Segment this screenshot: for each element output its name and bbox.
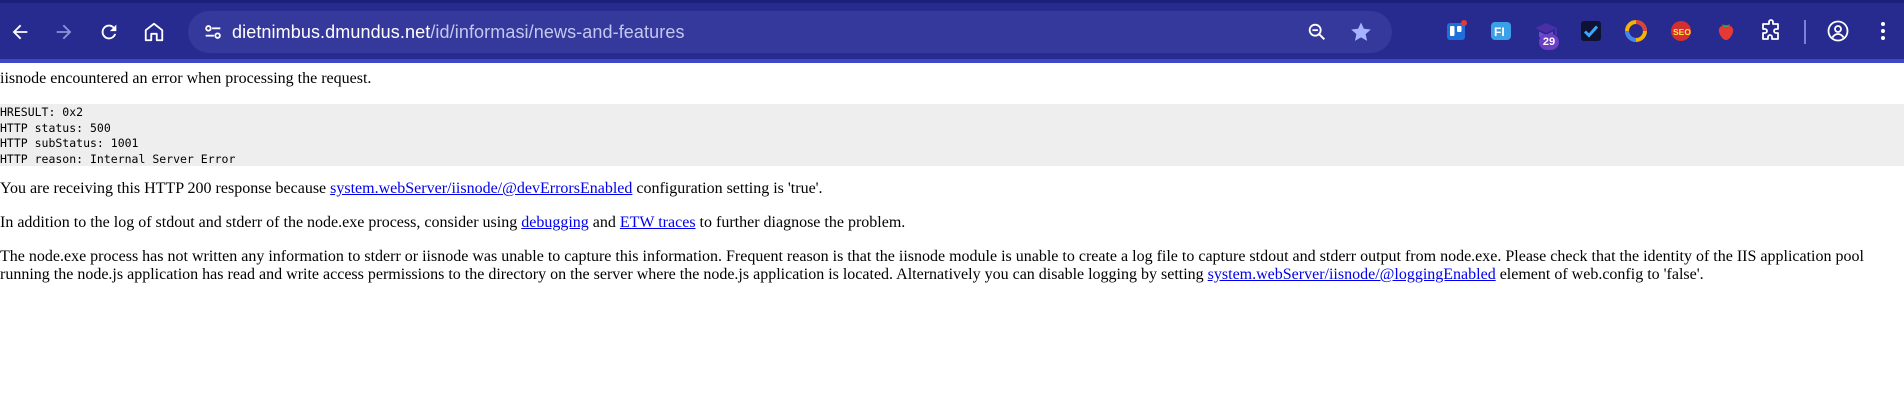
- strawberry-extension[interactable]: [1713, 18, 1739, 44]
- back-arrow-icon: [12, 24, 28, 40]
- site-info-button[interactable]: [196, 15, 230, 49]
- seo-extension[interactable]: SEO: [1668, 18, 1694, 44]
- more-vert-icon: [1881, 22, 1885, 40]
- svg-text:SEO: SEO: [1673, 27, 1691, 37]
- site-info-tune-icon: [205, 25, 221, 39]
- p2-text-mid: and: [588, 214, 620, 231]
- logging-enabled-link[interactable]: system.webServer/iisnode/@loggingEnabled: [1208, 266, 1496, 283]
- forward-button[interactable]: [46, 14, 82, 50]
- p1-text-before: You are receiving this HTTP 200 response…: [0, 180, 331, 197]
- reload-icon: [101, 24, 117, 40]
- error-heading: iisnode encountered an error when proces…: [0, 70, 372, 87]
- dev-errors-enabled-link[interactable]: system.webServer/iisnode/@devErrorsEnabl…: [330, 180, 632, 197]
- dev-errors-paragraph: You are receiving this HTTP 200 response…: [0, 180, 823, 198]
- debugging-link[interactable]: debugging: [521, 214, 589, 231]
- detail-reason: HTTP reason: Internal Server Error: [0, 151, 236, 166]
- checkbox-icon: [1581, 21, 1601, 41]
- diagnose-paragraph: In addition to the log of stdout and std…: [0, 214, 905, 232]
- zoom-button[interactable]: [1302, 17, 1332, 47]
- url-path: /id/informasi/news-and-features: [430, 22, 685, 42]
- profile-icon: [1827, 20, 1849, 42]
- trello-extension[interactable]: [1443, 18, 1469, 44]
- back-button[interactable]: [2, 14, 38, 50]
- forward-arrow-icon: [56, 24, 72, 40]
- p1-text-after: configuration setting is 'true'.: [632, 180, 823, 197]
- detail-status: HTTP status: 500: [0, 120, 111, 135]
- svg-text:FI: FI: [1494, 25, 1505, 39]
- browser-toolbar: dietnimbus.dmundus.net/id/informasi/news…: [0, 0, 1904, 63]
- strawberry-icon: [1718, 24, 1734, 40]
- etw-traces-link[interactable]: ETW traces: [620, 214, 696, 231]
- reload-button[interactable]: [91, 14, 127, 50]
- url-host: dietnimbus.dmundus.net: [232, 22, 431, 42]
- home-icon: [144, 22, 164, 42]
- extension-badge-count: 29: [1539, 34, 1559, 50]
- p3-text-after: element of web.config to 'false'.: [1495, 266, 1704, 283]
- error-details-block: HRESULT: 0x2 HTTP status: 500 HTTP subStat…: [0, 104, 1904, 166]
- color-extension[interactable]: [1623, 18, 1649, 44]
- address-bar[interactable]: dietnimbus.dmundus.net/id/informasi/news…: [188, 11, 1392, 53]
- puzzle-icon: [1762, 19, 1779, 40]
- tab-strip-edge: [0, 0, 1904, 3]
- toolbar-separator: [1804, 20, 1806, 44]
- toolbar-bottom-border: [0, 59, 1904, 63]
- profile-button[interactable]: [1825, 18, 1851, 44]
- seo-icon: SEO: [1671, 21, 1691, 41]
- detail-hresult: HRESULT: 0x2: [0, 105, 84, 119]
- zoom-icon: [1308, 23, 1326, 41]
- logging-paragraph: The node.exe process has not written any…: [0, 248, 1900, 284]
- detail-substatus: HTTP subStatus: 1001: [0, 136, 139, 150]
- url-text[interactable]: dietnimbus.dmundus.net/id/informasi/news…: [232, 22, 685, 43]
- home-button[interactable]: [136, 14, 172, 50]
- trello-icon: [1447, 20, 1467, 40]
- extensions-menu-button[interactable]: [1758, 18, 1784, 44]
- p2-text-after: to further diagnose the problem.: [695, 214, 906, 231]
- fi-icon: FI: [1491, 22, 1511, 40]
- p2-text-before: In addition to the log of stdout and std…: [0, 214, 522, 231]
- bookmark-button[interactable]: [1346, 17, 1376, 47]
- todo-extension[interactable]: [1578, 18, 1604, 44]
- star-icon: [1351, 22, 1371, 41]
- fi-extension[interactable]: FI: [1488, 18, 1514, 44]
- browser-menu-button[interactable]: [1870, 18, 1896, 44]
- color-ring-icon: [1625, 20, 1647, 42]
